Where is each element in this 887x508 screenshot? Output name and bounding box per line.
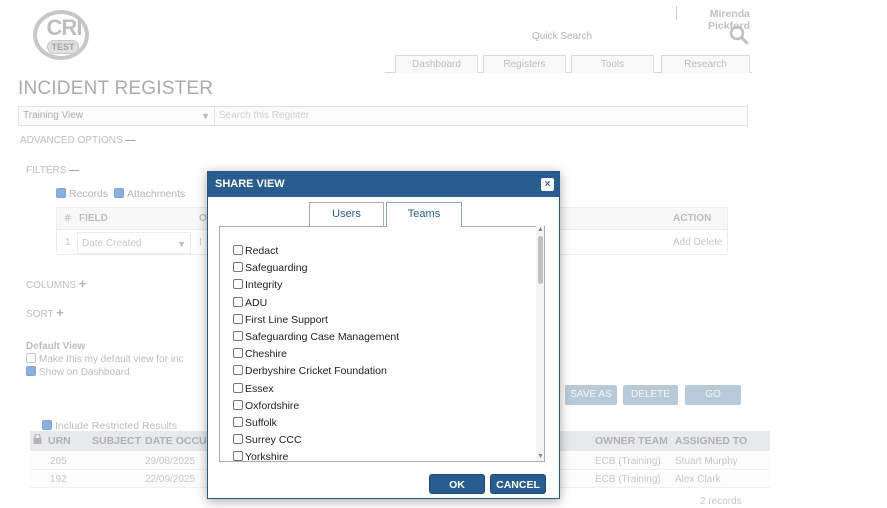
team-label: Surrey CCC bbox=[245, 434, 302, 447]
teams-list-items: Redact Safeguarding Integrity ADU First Line… bbox=[233, 243, 399, 462]
team-option[interactable]: Safeguarding bbox=[233, 260, 399, 277]
team-label: Cheshire bbox=[245, 348, 288, 361]
team-option[interactable]: Yorkshire bbox=[233, 449, 399, 462]
scroll-thumb[interactable] bbox=[538, 236, 543, 284]
team-checkbox[interactable] bbox=[233, 279, 243, 290]
team-label: Integrity bbox=[245, 279, 283, 292]
teams-list[interactable]: Redact Safeguarding Integrity ADU First Line… bbox=[219, 226, 545, 462]
team-checkbox[interactable] bbox=[233, 434, 243, 445]
team-option[interactable]: Oxfordshire bbox=[233, 398, 399, 415]
team-checkbox[interactable] bbox=[233, 262, 243, 273]
team-label: Suffolk bbox=[245, 416, 277, 429]
team-option[interactable]: ADU bbox=[233, 295, 399, 312]
team-checkbox[interactable] bbox=[233, 365, 243, 376]
close-icon[interactable]: × bbox=[541, 178, 554, 191]
team-checkbox[interactable] bbox=[233, 313, 243, 324]
team-label: Yorkshire bbox=[245, 451, 289, 462]
team-label: Safeguarding bbox=[245, 262, 308, 275]
scroll-down-icon[interactable]: ▼ bbox=[537, 453, 544, 461]
team-label: Safeguarding Case Management bbox=[245, 330, 400, 343]
team-checkbox[interactable] bbox=[233, 416, 243, 427]
team-label: First Line Support bbox=[245, 313, 328, 326]
team-checkbox[interactable] bbox=[233, 399, 243, 410]
team-option[interactable]: Derbyshire Cricket Foundation bbox=[233, 363, 399, 380]
dialog-header: SHARE VIEW × bbox=[208, 172, 559, 197]
team-label: Oxfordshire bbox=[245, 399, 300, 412]
team-option[interactable]: Surrey CCC bbox=[233, 432, 399, 449]
team-checkbox[interactable] bbox=[233, 451, 243, 461]
team-option[interactable]: Safeguarding Case Management bbox=[233, 329, 399, 346]
team-option[interactable]: First Line Support bbox=[233, 312, 399, 329]
cancel-button[interactable]: CANCEL bbox=[490, 474, 546, 494]
scrollbar[interactable]: ▲ ▼ bbox=[536, 226, 544, 461]
team-label: Derbyshire Cricket Foundation bbox=[245, 365, 387, 378]
ok-button[interactable]: OK bbox=[429, 474, 485, 494]
share-view-dialog: SHARE VIEW × Users Teams Redact Safeguard… bbox=[207, 171, 560, 499]
team-checkbox[interactable] bbox=[233, 296, 243, 307]
team-label: Essex bbox=[245, 382, 274, 395]
tab-users[interactable]: Users bbox=[309, 202, 384, 226]
team-checkbox[interactable] bbox=[233, 382, 243, 393]
tab-teams[interactable]: Teams bbox=[386, 202, 462, 227]
team-checkbox[interactable] bbox=[233, 348, 243, 359]
app-page: CRI TEST Mirenda Pickford Dashboard Regi… bbox=[0, 0, 887, 508]
team-option[interactable]: Suffolk bbox=[233, 415, 399, 432]
team-option[interactable]: Cheshire bbox=[233, 346, 399, 363]
team-option[interactable]: Essex bbox=[233, 381, 399, 398]
team-option[interactable]: Integrity bbox=[233, 277, 399, 294]
team-checkbox[interactable] bbox=[233, 330, 243, 341]
team-option[interactable]: Redact bbox=[233, 243, 399, 260]
scroll-up-icon[interactable]: ▲ bbox=[537, 226, 544, 234]
team-checkbox[interactable] bbox=[233, 245, 243, 255]
team-label: Redact bbox=[245, 245, 279, 257]
team-label: ADU bbox=[245, 296, 268, 309]
dialog-title: SHARE VIEW bbox=[215, 178, 285, 190]
